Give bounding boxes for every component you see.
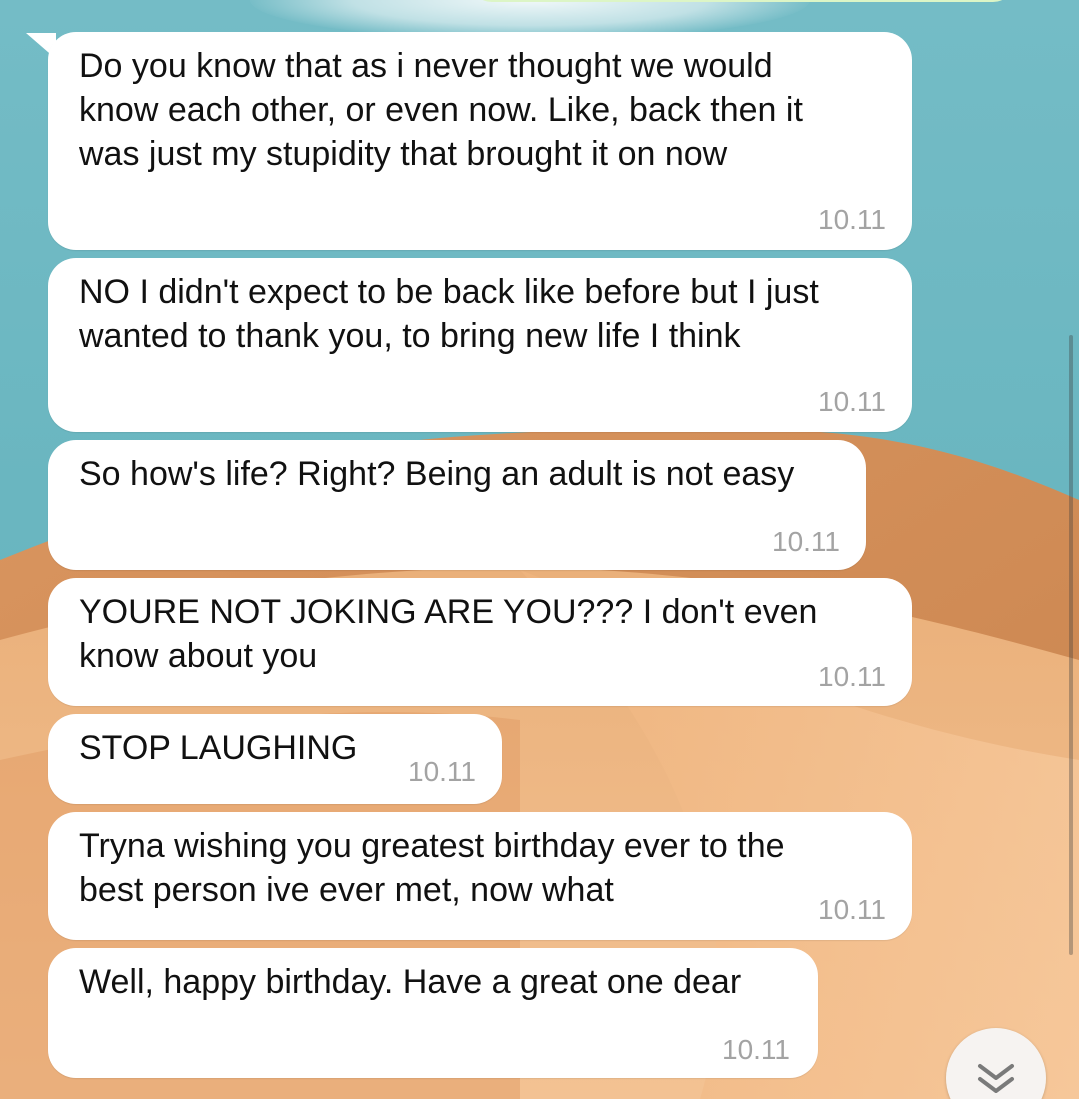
message-text: Well, happy birthday. Have a great one d… (79, 963, 742, 1001)
message-bubble[interactable]: Tryna wishing you greatest birthday ever… (48, 812, 912, 940)
message-text: Tryna wishing you greatest birthday ever… (79, 827, 785, 909)
previous-sent-bubble-edge (470, 0, 1015, 2)
message-time: 10.11 (818, 386, 886, 417)
message-bubble[interactable]: NO I didn't expect to be back like befor… (48, 258, 912, 432)
message-text: NO I didn't expect to be back like befor… (79, 273, 819, 355)
message-bubble[interactable]: So how's life? Right? Being an adult is … (48, 440, 866, 570)
message-text: YOURE NOT JOKING ARE YOU??? I don't even… (79, 593, 818, 675)
message-bubble[interactable]: Well, happy birthday. Have a great one d… (48, 948, 818, 1078)
message-time: 10.11 (818, 204, 886, 235)
message-text: So how's life? Right? Being an adult is … (79, 455, 795, 493)
message-time: 10.11 (818, 661, 886, 692)
message-time: 10.11 (818, 894, 886, 925)
message-bubble[interactable]: Do you know that as i never thought we w… (48, 32, 912, 250)
message-bubble[interactable]: STOP LAUGHING 10.11 (48, 714, 502, 804)
message-text: Do you know that as i never thought we w… (79, 47, 803, 173)
message-bubble[interactable]: YOURE NOT JOKING ARE YOU??? I don't even… (48, 578, 912, 706)
chat-window[interactable]: Do you know that as i never thought we w… (0, 0, 1079, 1099)
message-time: 10.11 (722, 1034, 790, 1065)
scrollbar[interactable] (1069, 335, 1073, 955)
double-chevron-down-icon (978, 1064, 1014, 1093)
message-time: 10.11 (772, 526, 840, 557)
message-text: STOP LAUGHING (79, 729, 358, 767)
message-time: 10.11 (408, 756, 476, 787)
